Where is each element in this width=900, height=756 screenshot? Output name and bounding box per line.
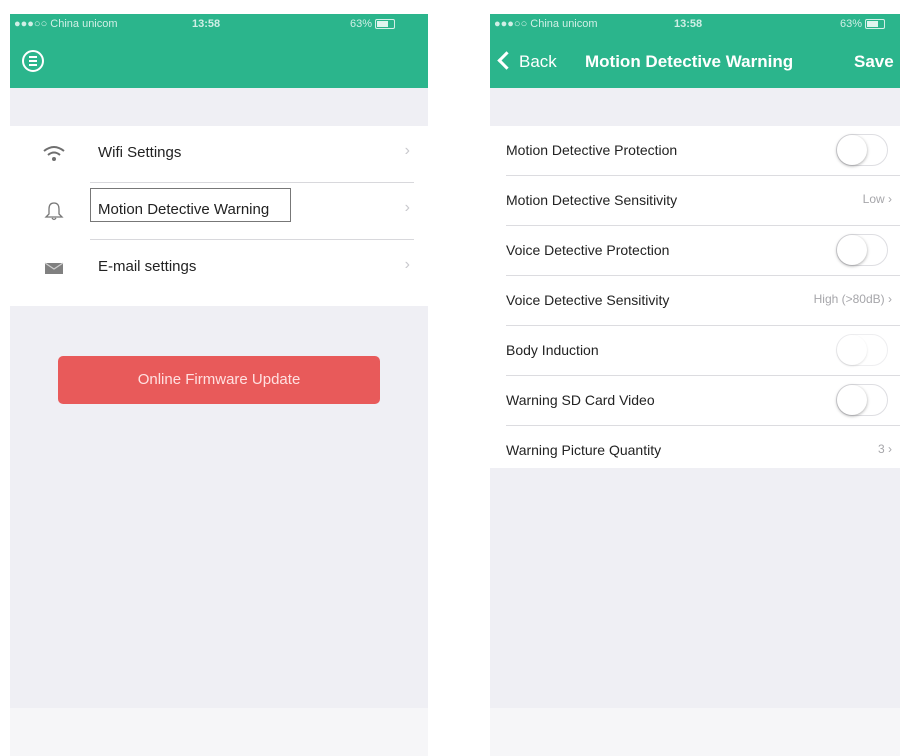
setting-label: Warning SD Card Video xyxy=(506,392,655,408)
clock: 13:58 xyxy=(192,18,221,30)
toggle-knob xyxy=(837,385,867,415)
setting-motion-detective-protection: Motion Detective Protection xyxy=(490,126,900,175)
menu-icon[interactable] xyxy=(22,50,44,72)
setting-value: Low › xyxy=(862,192,892,206)
toggle-knob xyxy=(837,335,867,365)
motion-protection-toggle[interactable] xyxy=(836,134,888,166)
carrier-label: ●●●○○ China unicom xyxy=(14,18,118,30)
setting-label: Motion Detective Protection xyxy=(506,142,678,158)
online-firmware-update-button[interactable]: Online Firmware Update xyxy=(58,356,380,404)
chevron-right-icon: › xyxy=(404,142,410,159)
battery-icon xyxy=(375,19,396,30)
list-item-motion-detective-warning[interactable]: Motion Detective Warning › xyxy=(10,183,428,239)
wifi-icon xyxy=(42,144,66,164)
status-bar: ●●●○○ China unicom 13:58 63% xyxy=(10,14,428,34)
setting-label: Warning Picture Quantity xyxy=(506,442,662,458)
header-bar: ●●●○○ China unicom 13:58 63% Back Motion… xyxy=(490,14,900,88)
motion-warning-screen: ●●●○○ China unicom 13:58 63% Back Motion… xyxy=(490,14,900,756)
back-label: Back xyxy=(519,52,557,71)
list-item-label: Motion Detective Warning xyxy=(98,201,270,218)
setting-warning-sd-card-video: Warning SD Card Video xyxy=(490,376,900,425)
save-button[interactable]: Save xyxy=(854,52,894,72)
chevron-right-icon: › xyxy=(888,192,892,206)
setting-body-induction: Body Induction xyxy=(490,326,900,375)
header-bar: ●●●○○ China unicom 13:58 63% xyxy=(10,14,428,88)
body-induction-toggle[interactable] xyxy=(836,334,888,366)
toggle-knob xyxy=(837,135,867,165)
setting-label: Body Induction xyxy=(506,342,599,358)
toggle-knob xyxy=(837,235,867,265)
setting-value: 3 › xyxy=(877,442,892,456)
setting-label: Voice Detective Sensitivity xyxy=(506,292,670,308)
chevron-right-icon: › xyxy=(404,199,410,216)
list-item-label: E-mail settings xyxy=(98,258,197,275)
setting-voice-detective-protection: Voice Detective Protection xyxy=(490,226,900,275)
setting-voice-detective-sensitivity[interactable]: Voice Detective Sensitivity High (>80dB)… xyxy=(490,276,900,325)
back-button[interactable]: Back xyxy=(496,51,557,72)
setting-warning-picture-quantity[interactable]: Warning Picture Quantity 3 › xyxy=(490,426,900,475)
battery-percent: 63% xyxy=(350,18,373,30)
settings-list: Wifi Settings › Motion Detective Warning… xyxy=(10,126,428,306)
bottom-area xyxy=(490,708,900,756)
battery-indicator: 63% xyxy=(840,18,886,30)
battery-indicator: 63% xyxy=(350,18,396,30)
bell-icon xyxy=(42,201,66,221)
list-item-email-settings[interactable]: E-mail settings › xyxy=(10,240,428,296)
chevron-left-icon xyxy=(497,51,516,70)
carrier-label: ●●●○○ China unicom xyxy=(494,18,598,30)
chevron-right-icon: › xyxy=(888,292,892,306)
list-item-wifi-settings[interactable]: Wifi Settings › xyxy=(10,126,428,182)
setting-label: Motion Detective Sensitivity xyxy=(506,192,678,208)
voice-protection-toggle[interactable] xyxy=(836,234,888,266)
bottom-area xyxy=(10,708,428,756)
page-title: Motion Detective Warning xyxy=(585,52,794,71)
settings-list: Motion Detective Protection Motion Detec… xyxy=(490,126,900,468)
chevron-right-icon: › xyxy=(404,256,410,273)
setting-motion-detective-sensitivity[interactable]: Motion Detective Sensitivity Low › xyxy=(490,176,900,225)
battery-percent: 63% xyxy=(840,18,863,30)
chevron-right-icon: › xyxy=(888,442,892,456)
setting-value: High (>80dB) › xyxy=(813,292,892,306)
mail-icon xyxy=(42,258,66,278)
clock: 13:58 xyxy=(674,18,703,30)
list-item-label: Wifi Settings xyxy=(98,144,182,161)
sd-card-video-toggle[interactable] xyxy=(836,384,888,416)
settings-screen: ●●●○○ China unicom 13:58 63% Wifi Settin… xyxy=(10,14,428,756)
setting-label: Voice Detective Protection xyxy=(506,242,670,258)
battery-icon xyxy=(865,19,886,30)
status-bar: ●●●○○ China unicom 13:58 63% xyxy=(490,14,900,34)
